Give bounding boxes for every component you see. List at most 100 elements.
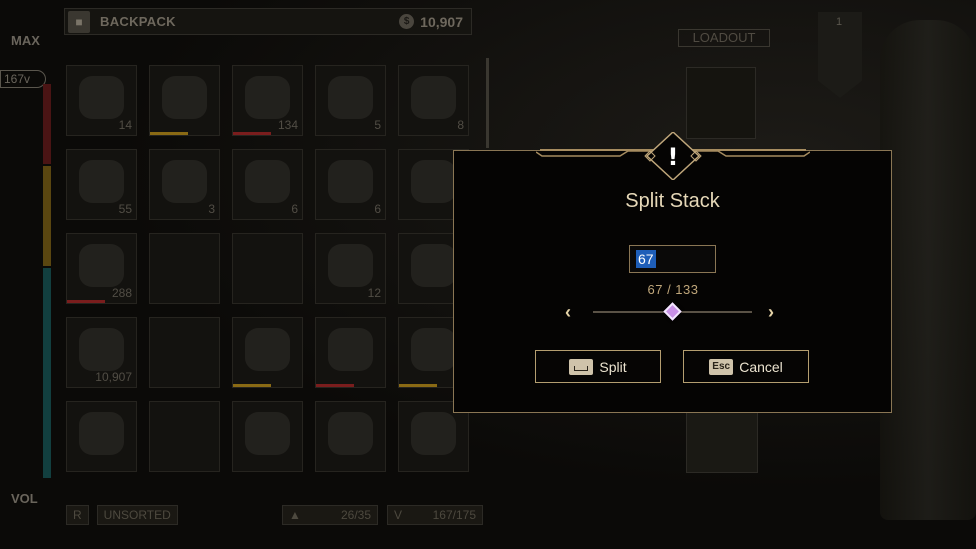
inventory-slot[interactable]: 288	[66, 233, 137, 304]
item-icon	[411, 244, 456, 287]
item-count: 5	[374, 118, 381, 132]
volume-count: 167/175	[432, 508, 476, 522]
inventory-slot[interactable]: 10,907	[66, 317, 137, 388]
money-amount: 10,907	[420, 13, 463, 30]
item-count: 10,907	[95, 370, 132, 384]
banner-number: 1	[835, 16, 843, 28]
inventory-slot[interactable]: 134	[232, 65, 303, 136]
slots-count: 26/35	[340, 508, 371, 522]
inventory-slot[interactable]	[149, 233, 220, 304]
item-icon	[328, 160, 373, 203]
item-count: 8	[457, 118, 464, 132]
item-count: 288	[111, 286, 132, 300]
durability-bar	[316, 384, 354, 387]
inventory-slot[interactable]	[232, 401, 303, 472]
inventory-slot[interactable]: 55	[66, 149, 137, 220]
esc-key-icon: Esc	[709, 358, 734, 375]
durability-bar	[150, 132, 188, 135]
cancel-button[interactable]: Esc Cancel	[683, 350, 809, 383]
split-button-label: Split	[599, 358, 627, 375]
inventory-slot[interactable]: 3	[149, 149, 220, 220]
sort-key[interactable]: R	[66, 505, 89, 525]
split-button[interactable]: Split	[535, 350, 661, 383]
item-icon	[245, 76, 290, 119]
inventory-slot[interactable]: 12	[315, 233, 386, 304]
sort-controls: R UNSORTED	[66, 505, 178, 525]
item-icon	[328, 76, 373, 119]
loadout-label[interactable]: LOADOUT	[678, 29, 770, 47]
item-count: 3	[208, 202, 215, 216]
item-count: 6	[374, 202, 381, 216]
item-icon	[411, 328, 456, 371]
split-ratio: 67 / 133	[647, 282, 699, 297]
inventory-slot[interactable]: 6	[232, 149, 303, 220]
slots-counter: ▲ 26/35	[282, 505, 378, 525]
dialog-title: Split Stack	[625, 190, 720, 212]
item-icon	[328, 328, 373, 371]
inventory-slot[interactable]	[149, 317, 220, 388]
durability-bar	[233, 384, 271, 387]
inventory-slot[interactable]	[149, 401, 220, 472]
inventory-slot[interactable]	[315, 401, 386, 472]
item-icon	[328, 412, 373, 455]
durability-bar	[67, 300, 105, 303]
sort-dropdown[interactable]: UNSORTED	[96, 505, 178, 525]
item-icon	[411, 412, 456, 455]
item-count: 6	[291, 202, 298, 216]
quantity-value: 67	[636, 250, 656, 268]
item-count: 14	[118, 118, 132, 132]
inventory-slot[interactable]: 5	[315, 65, 386, 136]
backpack-title: BACKPACK	[100, 14, 176, 29]
item-icon	[162, 76, 207, 119]
inventory-slot[interactable]	[66, 401, 137, 472]
item-icon	[162, 160, 207, 203]
volume-key: V	[394, 508, 403, 522]
durability-bar	[399, 384, 437, 387]
slots-pill: ▲ 26/35	[282, 505, 378, 525]
inventory-slot[interactable]	[232, 233, 303, 304]
item-icon	[328, 244, 373, 287]
character-model	[880, 20, 976, 520]
inventory-slot[interactable]: 6	[315, 149, 386, 220]
coin-icon: $	[399, 14, 415, 29]
item-icon	[79, 328, 124, 371]
meter-red	[43, 84, 51, 164]
alert-icon: !	[668, 143, 679, 171]
volume-counter: V 167/175	[387, 505, 483, 525]
meter-yellow	[43, 166, 51, 266]
item-icon	[245, 412, 290, 455]
inventory-slot[interactable]: 14	[66, 65, 137, 136]
item-icon	[245, 160, 290, 203]
item-count: 12	[367, 286, 381, 300]
volume-tag: 167v	[0, 70, 46, 88]
item-icon	[245, 328, 290, 371]
volume-pill: V 167/175	[387, 505, 483, 525]
inventory-grid: 14134585536628812310,907	[66, 65, 469, 472]
vol-label: VOL	[11, 491, 38, 506]
money-display: $ 10,907	[399, 14, 463, 30]
dialog-header-ornament: !	[536, 132, 810, 180]
loadout-slot-lower[interactable]	[686, 405, 758, 473]
item-count: 55	[118, 202, 132, 216]
split-quantity-input[interactable]: 67	[629, 245, 716, 273]
item-icon	[411, 160, 456, 203]
item-count: 134	[277, 118, 298, 132]
spacebar-key-icon	[569, 358, 594, 375]
increase-arrow-icon[interactable]: ›	[768, 302, 774, 323]
cancel-button-label: Cancel	[739, 358, 783, 375]
backpack-header: ■ BACKPACK $ 10,907	[64, 8, 472, 35]
inventory-slot[interactable]	[315, 317, 386, 388]
inventory-slot[interactable]	[232, 317, 303, 388]
max-label: MAX	[11, 33, 40, 48]
inventory-slot[interactable]	[149, 65, 220, 136]
item-icon	[79, 160, 124, 203]
item-icon	[79, 244, 124, 287]
inventory-slot[interactable]: 8	[398, 65, 469, 136]
durability-bar	[233, 132, 271, 135]
item-icon	[79, 412, 124, 455]
meter-teal	[43, 268, 51, 478]
item-icon	[411, 76, 456, 119]
inventory-scrollbar[interactable]	[486, 58, 489, 148]
loadout-weapon-slot[interactable]	[686, 67, 756, 139]
decrease-arrow-icon[interactable]: ‹	[565, 302, 571, 323]
